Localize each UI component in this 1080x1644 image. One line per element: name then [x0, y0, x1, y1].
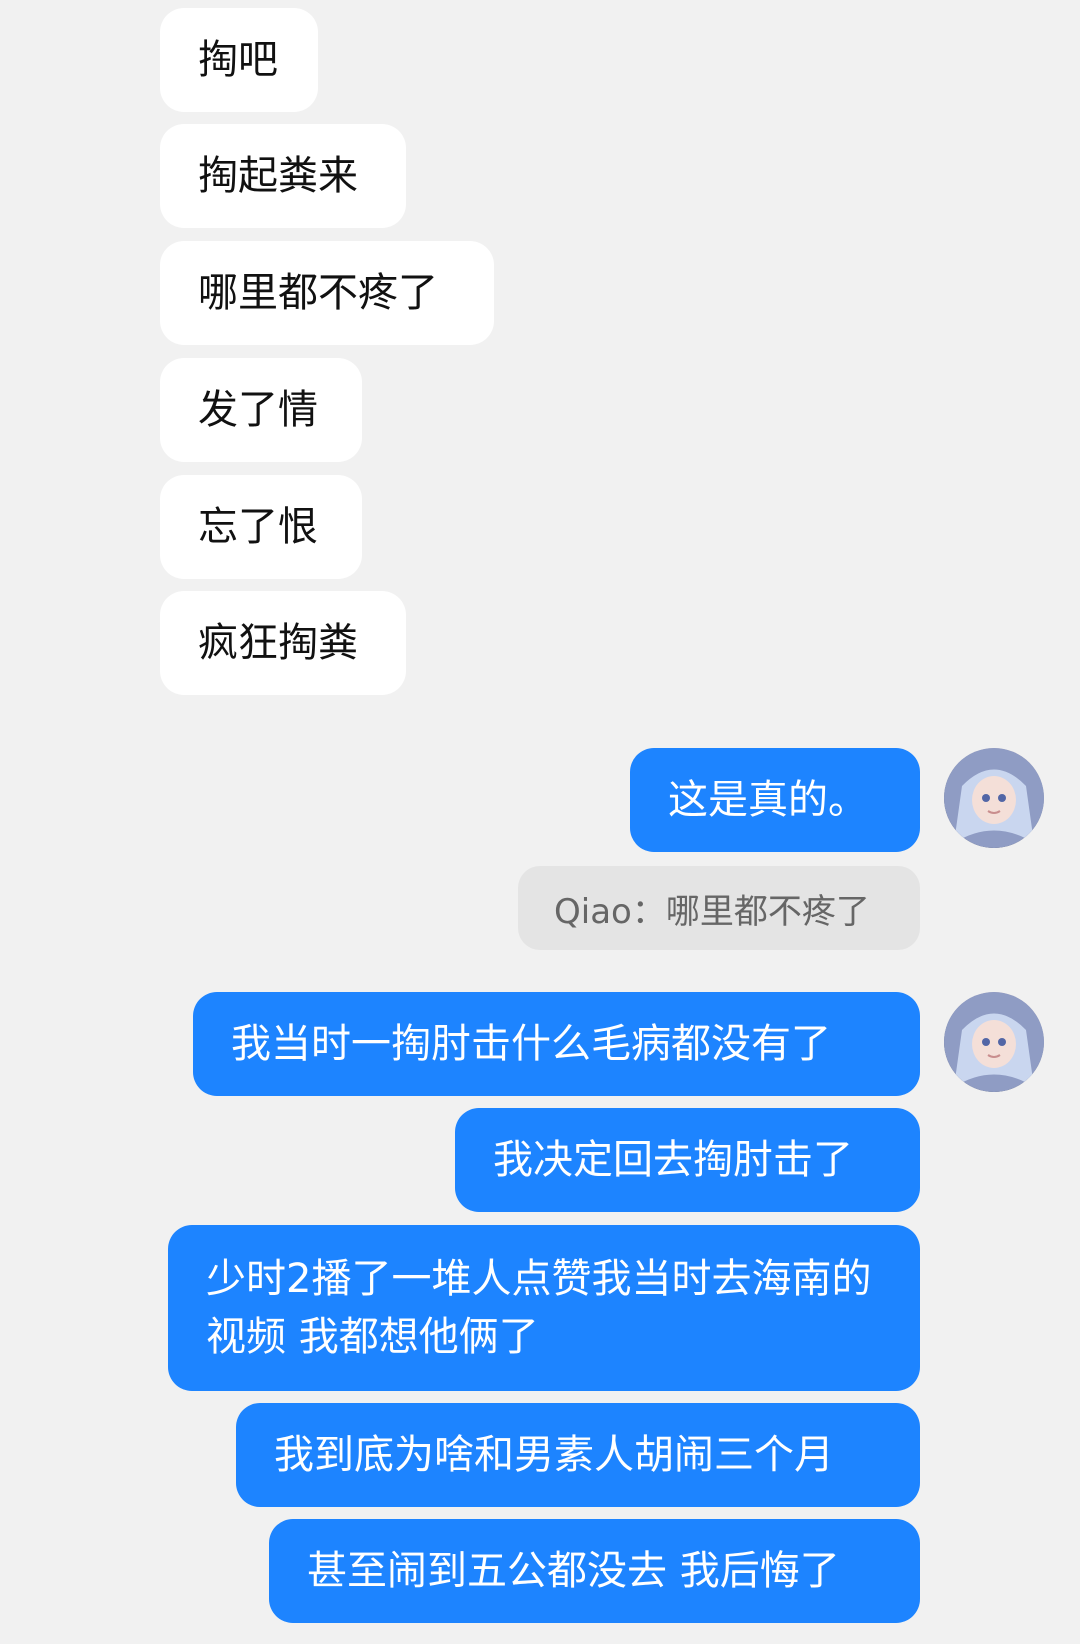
anime-avatar-icon: [944, 992, 1044, 1092]
incoming-message[interactable]: 疯狂掏粪: [160, 591, 406, 695]
anime-avatar-icon: [944, 748, 1044, 848]
message-text: 发了情: [198, 387, 318, 433]
outgoing-message[interactable]: 我当时一掏肘击什么毛病都没有了: [193, 992, 920, 1096]
message-text: 哪里都不疼了: [198, 270, 438, 316]
outgoing-message[interactable]: 我到底为啥和男素人胡闹三个月: [236, 1403, 920, 1507]
message-text: 这是真的。: [668, 777, 868, 823]
incoming-message[interactable]: 发了情: [160, 358, 362, 462]
chat-conversation[interactable]: 掏吧 掏起粪来 哪里都不疼了 发了情 忘了恨 疯狂掏粪 这是真的。 Qiao：哪…: [0, 0, 1080, 1644]
incoming-message[interactable]: 掏吧: [160, 8, 318, 112]
message-text: 甚至闹到五公都没去 我后悔了: [307, 1548, 840, 1594]
message-text: 我决定回去掏肘击了: [493, 1137, 853, 1183]
message-text: 我当时一掏肘击什么毛病都没有了: [231, 1021, 831, 1067]
user-avatar[interactable]: [944, 992, 1044, 1092]
quote-text: Qiao：哪里都不疼了: [554, 891, 870, 932]
outgoing-message[interactable]: 甚至闹到五公都没去 我后悔了: [269, 1519, 920, 1623]
message-text: 少时2播了一堆人点赞我当时去海南的视频 我都想他俩了: [206, 1256, 872, 1360]
incoming-message[interactable]: 掏起粪来: [160, 124, 406, 228]
message-text: 掏起粪来: [198, 153, 358, 199]
quoted-reply[interactable]: Qiao：哪里都不疼了: [518, 866, 920, 950]
message-text: 忘了恨: [198, 504, 318, 550]
message-text: 掏吧: [198, 37, 278, 83]
message-text: 疯狂掏粪: [198, 620, 358, 666]
outgoing-message[interactable]: 少时2播了一堆人点赞我当时去海南的视频 我都想他俩了: [168, 1225, 920, 1391]
incoming-message[interactable]: 忘了恨: [160, 475, 362, 579]
message-text: 我到底为啥和男素人胡闹三个月: [274, 1432, 834, 1478]
outgoing-message[interactable]: 我决定回去掏肘击了: [455, 1108, 920, 1212]
incoming-message[interactable]: 哪里都不疼了: [160, 241, 494, 345]
user-avatar[interactable]: [944, 748, 1044, 848]
outgoing-message[interactable]: 这是真的。: [630, 748, 920, 852]
